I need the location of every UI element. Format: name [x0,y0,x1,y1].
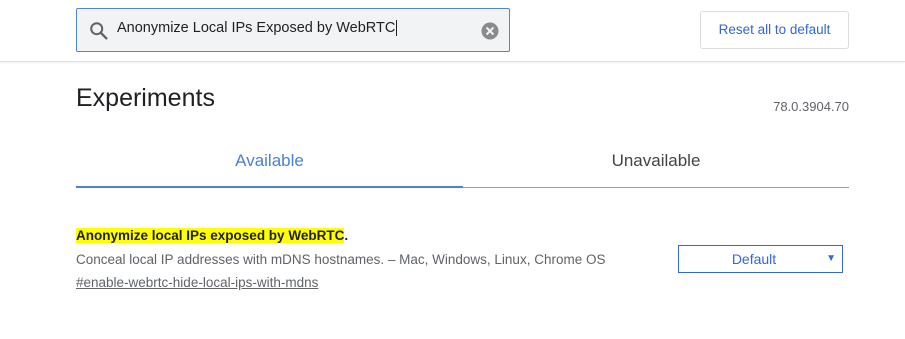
experiment-description: Conceal local IP addresses with mDNS hos… [76,252,606,267]
experiment-item: Anonymize local IPs exposed by WebRTC. C… [76,226,849,296]
clear-icon[interactable] [480,21,500,41]
active-tab-indicator [76,186,463,188]
header-bar: Anonymize Local IPs Exposed by WebRTC Re… [0,0,905,62]
tab-bar: Available Unavailable [76,134,849,190]
search-icon [90,22,108,40]
tab-unavailable[interactable]: Unavailable [463,134,849,189]
search-input-text: Anonymize Local IPs Exposed by WebRTC [117,20,396,37]
select-value: Default [731,251,777,267]
experiment-title-line: Anonymize local IPs exposed by WebRTC. [76,228,348,243]
experiment-permalink[interactable]: #enable-webrtc-hide-local-ips-with-mdns [76,275,318,290]
flags-page: Anonymize Local IPs Exposed by WebRTC Re… [0,0,905,339]
search-box[interactable]: Anonymize Local IPs Exposed by WebRTC [76,8,510,52]
version-label: 78.0.3904.70 [773,99,849,114]
dropdown-arrow-icon: ▼ [826,253,836,264]
experiment-state-select[interactable]: Default ▼ [678,245,843,273]
reset-all-button[interactable]: Reset all to default [700,11,849,49]
experiment-title-suffix: . [344,228,349,243]
experiment-title: Anonymize local IPs exposed by WebRTC [76,228,345,243]
tab-available[interactable]: Available [76,134,463,189]
text-caret [396,20,398,37]
page-title: Experiments [76,84,215,112]
search-input[interactable]: Anonymize Local IPs Exposed by WebRTC [117,20,467,42]
